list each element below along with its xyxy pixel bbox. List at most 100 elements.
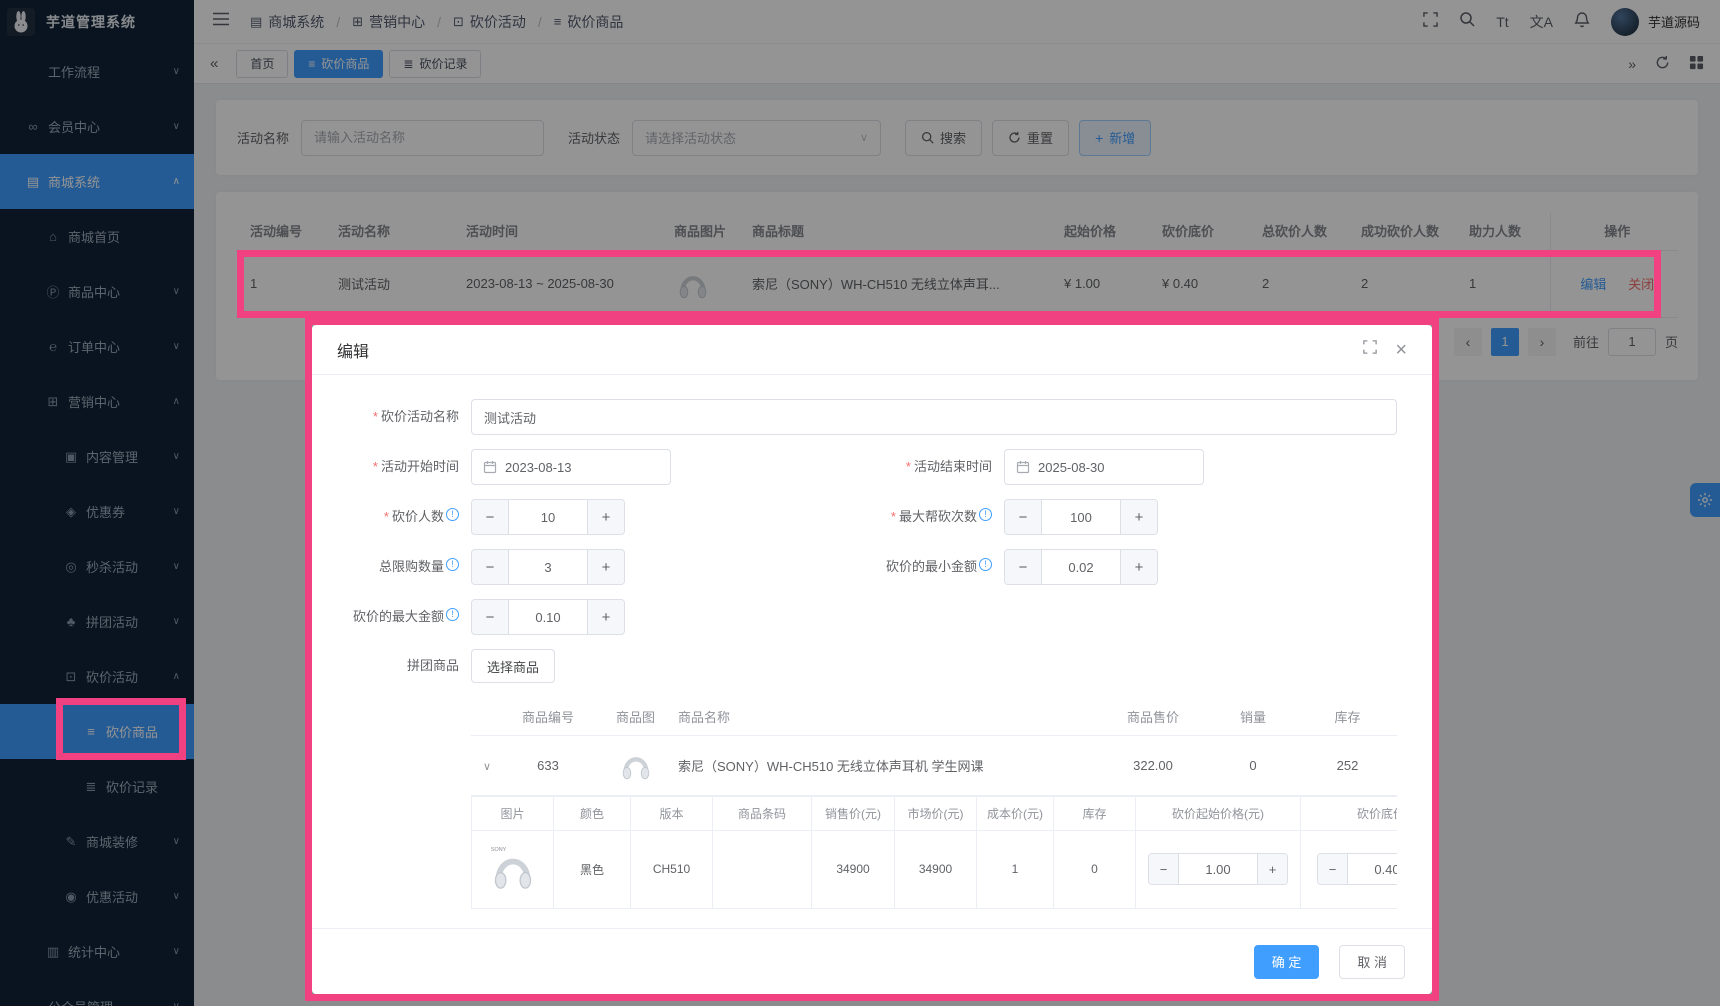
dialog-body: *砍价活动名称 *活动开始时间 2023-08-13 *活动结束时间 2025-	[312, 375, 1432, 909]
required-asterisk: *	[373, 409, 378, 424]
confirm-button[interactable]: 确 定	[1254, 945, 1320, 979]
required-asterisk: *	[373, 459, 378, 474]
limit-count-stepper: − +	[471, 549, 625, 585]
field-label-product: 拼团商品	[347, 649, 459, 683]
cell-product-sales: 0	[1208, 735, 1298, 795]
field-label-user-size: *砍价人数!	[347, 499, 459, 535]
field-label-start-time: *活动开始时间	[347, 449, 459, 485]
cell-sku-bargain-first-price: − +	[1136, 830, 1301, 908]
decrease-button[interactable]: −	[472, 600, 509, 634]
dialog-title: 编辑	[337, 338, 369, 362]
required-asterisk: *	[906, 459, 911, 474]
help-max-stepper: − +	[1004, 499, 1158, 535]
cell-product-id: 633	[503, 735, 593, 795]
cell-sku-cost-price: 1	[977, 830, 1054, 908]
screen: 芋道管理系统 工作流程∨ ∞会员中心∨ ▤商城系统∧ ⌂商城首页 Ⓟ商品中心∨ …	[0, 0, 1720, 1006]
product-row: ∨ 633 索尼（SONY）WH-CH510 无线立体声耳机 学生网课 322.…	[471, 735, 1397, 795]
increase-button[interactable]: +	[587, 550, 624, 584]
min-price-input[interactable]	[1042, 550, 1120, 584]
cell-sku-sale-price: 34900	[812, 830, 895, 908]
selected-product-table: 商品编号 商品图 商品名称 商品售价 销量 库存 ∨ 633	[471, 699, 1397, 796]
dialog-fullscreen-icon[interactable]	[1363, 340, 1377, 359]
bargain-floor-price-input[interactable]	[1348, 854, 1397, 884]
required-asterisk: *	[384, 509, 389, 524]
decrease-button[interactable]: −	[1005, 550, 1042, 584]
user-size-input[interactable]	[509, 500, 587, 534]
decrease-button[interactable]: −	[1005, 500, 1042, 534]
increase-button[interactable]: +	[587, 600, 624, 634]
svg-text:SONY: SONY	[490, 847, 506, 853]
calendar-icon	[1016, 460, 1030, 474]
cell-sku-bargain-floor-price: − +	[1301, 830, 1398, 908]
col-sku-barcode: 商品条码	[713, 796, 812, 830]
col-sku-bargain-floor-price: 砍价底价(元)	[1301, 796, 1398, 830]
start-date-field[interactable]: 2023-08-13	[471, 449, 671, 485]
field-label-limit-count: 总限购数量!	[347, 549, 459, 585]
dialog-footer: 确 定 取 消	[312, 928, 1432, 994]
cell-sku-stock: 0	[1054, 830, 1136, 908]
bargain-first-price-input[interactable]	[1179, 854, 1257, 884]
dialog-close-icon[interactable]: ×	[1395, 340, 1407, 360]
decrease-button[interactable]: −	[472, 550, 509, 584]
sku-header-row: 图片 颜色 版本 商品条码 销售价(元) 市场价(元) 成本价(元) 库存 砍价…	[472, 796, 1398, 830]
end-date-value: 2025-08-30	[1038, 460, 1105, 475]
limit-count-input[interactable]	[509, 550, 587, 584]
col-product-price: 商品售价	[1098, 699, 1208, 735]
cancel-button[interactable]: 取 消	[1339, 945, 1405, 979]
field-label-min-price: 砍价的最小金额!	[872, 549, 992, 585]
decrease-button[interactable]: −	[472, 500, 509, 534]
increase-button[interactable]: +	[1120, 550, 1157, 584]
decrease-button[interactable]: −	[1318, 854, 1348, 884]
increase-button[interactable]: +	[1257, 854, 1287, 884]
end-date-field[interactable]: 2025-08-30	[1004, 449, 1204, 485]
cell-sku-color[interactable]: 黑色	[554, 830, 631, 908]
help-max-input[interactable]	[1042, 500, 1120, 534]
bargain-floor-price-stepper: − +	[1317, 853, 1397, 885]
activity-name-field[interactable]	[471, 399, 1397, 435]
bargain-first-price-stepper: − +	[1148, 853, 1288, 885]
increase-button[interactable]: +	[587, 500, 624, 534]
info-icon[interactable]: !	[979, 508, 992, 521]
cell-product-price: 322.00	[1098, 735, 1208, 795]
cell-sku-image: SONY	[472, 830, 554, 908]
headphones-image	[617, 746, 655, 784]
sku-table: 图片 颜色 版本 商品条码 销售价(元) 市场价(元) 成本价(元) 库存 砍价…	[471, 796, 1397, 909]
increase-button[interactable]: +	[1120, 500, 1157, 534]
product-table-header: 商品编号 商品图 商品名称 商品售价 销量 库存	[471, 699, 1397, 735]
cell-sku-market-price: 34900	[895, 830, 977, 908]
headphones-image: SONY	[487, 842, 539, 894]
decrease-button[interactable]: −	[1149, 854, 1179, 884]
max-price-stepper: − +	[471, 599, 625, 635]
col-sku-sale-price: 销售价(元)	[812, 796, 895, 830]
info-icon[interactable]: !	[979, 558, 992, 571]
expand-row-icon[interactable]: ∨	[483, 761, 491, 773]
field-label-max-price: 砍价的最大金额!	[347, 599, 459, 635]
min-price-stepper: − +	[1004, 549, 1158, 585]
col-product-stock: 库存	[1298, 699, 1397, 735]
col-sku-market-price: 市场价(元)	[895, 796, 977, 830]
max-price-input[interactable]	[509, 600, 587, 634]
info-icon[interactable]: !	[446, 558, 459, 571]
field-label-help-max: *最大帮砍次数!	[872, 499, 992, 535]
col-expand	[471, 699, 503, 735]
col-sku-stock: 库存	[1054, 796, 1136, 830]
cell-product-name: 索尼（SONY）WH-CH510 无线立体声耳机 学生网课	[678, 735, 1098, 795]
select-product-button[interactable]: 选择商品	[471, 649, 555, 683]
sku-row: SONY 黑色 CH510 34900 34900 1 0 −	[472, 830, 1398, 908]
sku-table-container: 图片 颜色 版本 商品条码 销售价(元) 市场价(元) 成本价(元) 库存 砍价…	[471, 796, 1397, 909]
cell-sku-version[interactable]: CH510	[631, 830, 713, 908]
user-size-stepper: − +	[471, 499, 625, 535]
col-product-id: 商品编号	[503, 699, 593, 735]
required-asterisk: *	[891, 509, 896, 524]
calendar-icon	[483, 460, 497, 474]
dialog-header: 编辑 ×	[312, 325, 1432, 375]
col-sku-color: 颜色	[554, 796, 631, 830]
info-icon[interactable]: !	[446, 508, 459, 521]
cell-product-stock: 252	[1298, 735, 1397, 795]
col-product-name: 商品名称	[678, 699, 1098, 735]
info-icon[interactable]: !	[446, 608, 459, 621]
col-sku-bargain-first-price: 砍价起始价格(元)	[1136, 796, 1301, 830]
col-sku-image: 图片	[472, 796, 554, 830]
col-product-pic: 商品图	[593, 699, 678, 735]
col-product-sales: 销量	[1208, 699, 1298, 735]
